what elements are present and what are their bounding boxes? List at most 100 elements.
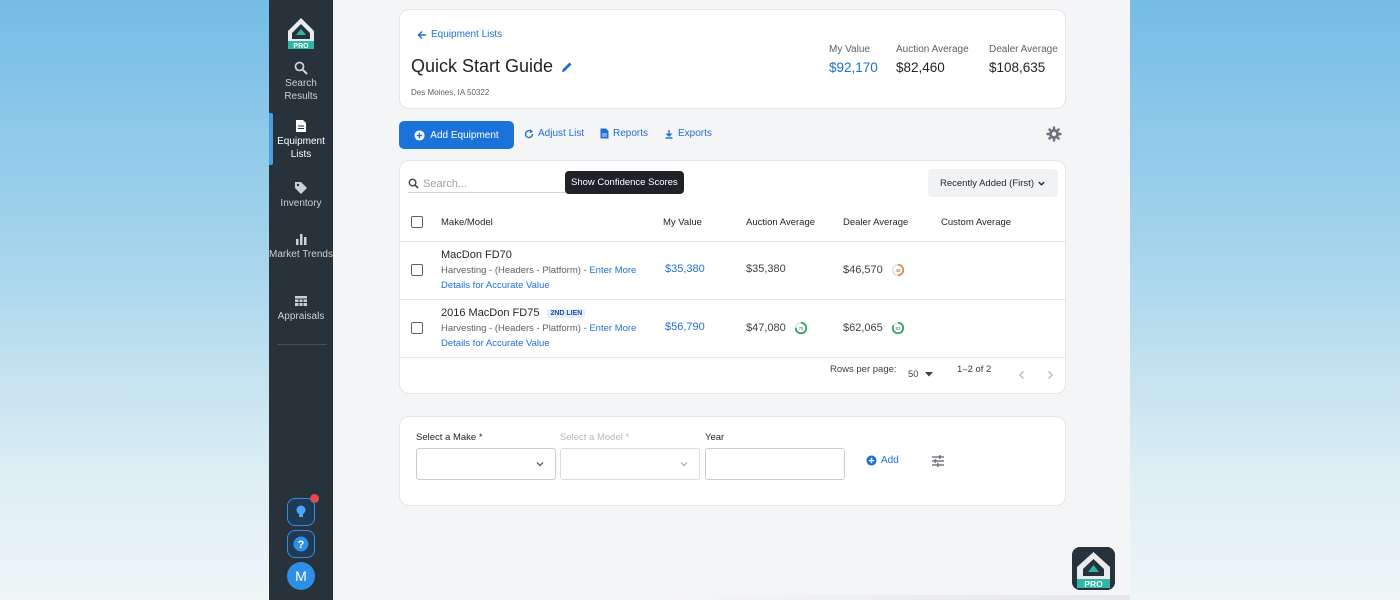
row-checkbox[interactable] <box>411 264 423 276</box>
reports-label: Reports <box>613 128 649 139</box>
back-to-equipment-lists-link[interactable]: Equipment Lists <box>417 29 502 40</box>
location-text: Des Moines, IA 50322 <box>411 88 490 97</box>
arrow-left-icon <box>417 30 426 39</box>
year-label: Year <box>705 432 725 443</box>
rows-per-page-select[interactable]: 50 <box>908 369 933 380</box>
sidebar-divider <box>277 344 327 345</box>
row-divider <box>400 241 1065 242</box>
edit-pencil-icon[interactable] <box>561 61 573 73</box>
column-header-my-value[interactable]: My Value <box>663 217 702 228</box>
ideas-button[interactable] <box>287 494 319 526</box>
logo-text: PRO <box>293 43 309 49</box>
year-input[interactable] <box>705 448 845 480</box>
add-equipment-button[interactable]: Add Equipment <box>399 121 514 149</box>
lien-badge: 2ND LIEN <box>547 308 586 318</box>
chevron-down-icon <box>680 462 688 467</box>
bottom-shadow <box>664 595 1130 600</box>
add-equipment-label: Add Equipment <box>430 129 499 141</box>
row-title[interactable]: 2016 MacDon FD75 2ND LIEN <box>441 307 586 319</box>
adjust-list-label: Adjust List <box>538 128 585 139</box>
search-icon <box>408 178 419 189</box>
plus-circle-icon <box>866 455 877 466</box>
column-header-dealer-average[interactable]: Dealer Average <box>843 217 908 228</box>
notification-dot <box>310 494 319 503</box>
stat-label: My Value <box>829 44 870 55</box>
toolbar: Add Equipment Adjust List Reports Export… <box>399 121 1066 149</box>
row-divider <box>400 299 1065 300</box>
sidebar-item-label: Market Trends <box>269 249 333 260</box>
stat-value: $82,460 <box>896 60 945 75</box>
help-icon: ? <box>293 536 309 552</box>
exports-button[interactable]: Exports <box>664 128 712 139</box>
sidebar-item-market-trends[interactable]: Market Trends <box>269 232 333 262</box>
row-auction-average: $35,380 <box>746 263 786 275</box>
search-input[interactable]: Search... <box>423 178 467 190</box>
adjust-list-button[interactable]: Adjust List <box>524 128 584 139</box>
stat-value: $108,635 <box>989 60 1046 75</box>
sidebar-item-label: Inventory <box>280 198 322 209</box>
report-icon <box>600 128 609 139</box>
model-label: Select a Model * <box>560 432 630 443</box>
row-title[interactable]: MacDon FD70 <box>441 249 512 261</box>
row-auction-average: $47,080 75 <box>746 321 808 335</box>
refresh-icon <box>524 128 534 138</box>
exports-label: Exports <box>678 128 712 139</box>
help-button[interactable]: ? <box>287 530 315 558</box>
confidence-score-ring[interactable]: 75 <box>794 321 808 335</box>
gear-icon[interactable] <box>1046 126 1062 142</box>
confidence-score-ring[interactable]: 83 <box>891 321 905 335</box>
row-checkbox[interactable] <box>411 322 423 334</box>
stat-my-value: My Value $92,170 <box>829 44 878 75</box>
select-all-checkbox[interactable] <box>411 216 423 228</box>
row-my-value[interactable]: $56,790 <box>665 321 705 333</box>
sort-label: Recently Added (First) <box>940 177 1034 189</box>
stat-value: $92,170 <box>829 60 878 75</box>
page-title-text: Quick Start Guide <box>411 56 554 76</box>
search-field[interactable]: Search... <box>408 175 568 193</box>
chevron-left-icon[interactable] <box>1017 370 1027 380</box>
stat-label: Dealer Average <box>989 44 1058 55</box>
add-button[interactable]: Add <box>866 455 899 466</box>
app-window: PRO Search Results Equipment Lists Inven… <box>269 0 1130 600</box>
sidebar-item-label: Search Results <box>284 78 318 102</box>
equipment-table-card: Search... Show Confidence Scores Recentl… <box>399 160 1066 394</box>
column-header-make-model[interactable]: Make/Model <box>441 217 493 228</box>
chevron-down-icon <box>1038 181 1045 186</box>
column-header-custom-average[interactable]: Custom Average <box>941 217 1011 228</box>
list-header-card: Equipment Lists Quick Start Guide Des Mo… <box>399 9 1066 109</box>
auction-average-value: $47,080 <box>746 322 786 334</box>
stat-auction-average: Auction Average $82,460 <box>896 44 969 75</box>
dealer-average-value: $62,065 <box>843 322 883 334</box>
download-icon <box>665 129 673 139</box>
bar-chart-icon <box>296 234 307 245</box>
rows-per-page-label: Rows per page: <box>830 364 897 375</box>
reports-button[interactable]: Reports <box>600 128 648 139</box>
avatar[interactable]: M <box>287 562 315 590</box>
sidebar-item-inventory[interactable]: Inventory <box>269 181 333 211</box>
dealer-average-value: $46,570 <box>843 264 883 276</box>
tag-icon <box>295 182 307 194</box>
tune-sliders-icon[interactable] <box>931 454 945 468</box>
sidebar-item-equipment-lists[interactable]: Equipment Lists <box>269 113 333 165</box>
chevron-right-icon[interactable] <box>1045 370 1055 380</box>
row-my-value[interactable]: $35,380 <box>665 263 705 275</box>
svg-text:?: ? <box>298 539 305 551</box>
confidence-score-ring[interactable]: 49 <box>891 263 905 277</box>
row-divider <box>400 357 1065 358</box>
column-header-auction-average[interactable]: Auction Average <box>746 217 815 228</box>
sidebar-item-appraisals[interactable]: Appraisals <box>269 294 333 324</box>
sort-dropdown[interactable]: Recently Added (First) <box>928 169 1058 197</box>
caret-down-icon <box>924 372 933 377</box>
model-select[interactable] <box>560 448 700 480</box>
confidence-score-text: 75 <box>798 326 803 331</box>
sidebar-item-search-results[interactable]: Search Results <box>269 61 333 103</box>
confidence-score-text: 49 <box>895 268 900 273</box>
make-label: Select a Make * <box>416 432 483 443</box>
confidence-scores-tooltip[interactable]: Show Confidence Scores <box>565 171 684 194</box>
pro-logo[interactable]: PRO <box>287 17 315 49</box>
row-title-text: MacDon FD70 <box>441 249 512 261</box>
pro-widget-button[interactable]: PRO <box>1072 547 1115 590</box>
make-select[interactable] <box>416 448 556 480</box>
sidebar-item-label: Equipment Lists <box>277 136 325 160</box>
pro-badge-text: PRO <box>1084 579 1103 589</box>
